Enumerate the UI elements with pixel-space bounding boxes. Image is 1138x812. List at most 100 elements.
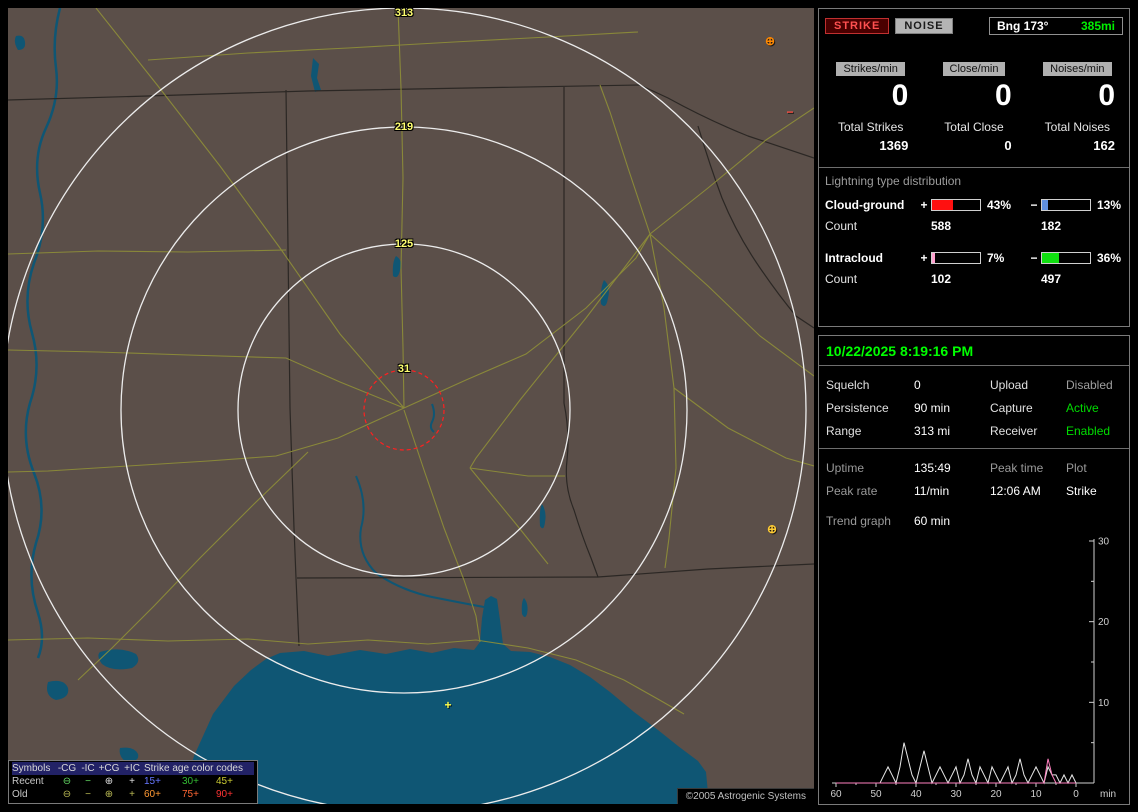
total-noises-label: Total Noises (1026, 120, 1129, 134)
noise-mode-button[interactable]: NOISE (895, 18, 952, 34)
legend-col-neg-ic: -IC (78, 762, 98, 775)
legend-col-pos-ic: +IC (120, 762, 144, 775)
age-75: 75+ (182, 788, 216, 801)
ic-negative-percent: 36% (1091, 251, 1123, 265)
legend-old-label: Old (12, 788, 56, 801)
strike-symbol: ⊕ (767, 522, 777, 536)
legend-col-pos-cg: +CG (98, 762, 120, 775)
bearing-value: Bng 173° (997, 19, 1048, 33)
statistics-panel: STRIKE NOISE Bng 173° 385mi Strikes/min … (818, 8, 1130, 327)
minus-sign: − (1027, 251, 1041, 265)
strike-symbol: − (786, 105, 793, 119)
receiver-status-grid: Squelch 0 Upload Disabled Persistence 90… (819, 366, 1129, 448)
ring-label-125: 125 (395, 238, 413, 250)
cloud-ground-count-row: Count 588 182 (825, 219, 1123, 233)
total-close-label: Total Close (922, 120, 1025, 134)
session-stats-grid: Uptime 135:49 Peak time Plot Peak rate 1… (819, 449, 1129, 508)
age-15: 15+ (144, 775, 182, 788)
cg-negative-count: 182 (1041, 219, 1091, 233)
legend-row-recent: Recent ⊖ − ⊕ + 15+ 30+ 45+ (12, 775, 254, 788)
map-legend: Symbols -CG -IC +CG +IC Strike age color… (8, 760, 258, 804)
strike-symbol: ⊕ (765, 34, 775, 48)
peak-time-label: Peak time (990, 461, 1066, 475)
ic-positive-percent: 7% (981, 251, 1027, 265)
noises-per-min-value: 0 (1026, 80, 1129, 112)
svg-text:60: 60 (830, 789, 842, 800)
bearing-readout: Bng 173° 385mi (989, 17, 1123, 35)
strike-map[interactable]: 313 219 125 31 ⊕ ⊕ + − Symbols -CG -IC +… (8, 8, 814, 804)
svg-text:30: 30 (950, 789, 962, 800)
neg-ic-recent-icon: − (78, 775, 98, 788)
range-value: 313 mi (914, 424, 990, 438)
strikes-per-min-counter: Strikes/min 0 Total Strikes 1369 (819, 59, 922, 153)
lightning-distribution: Lightning type distribution Cloud-ground… (819, 167, 1129, 286)
count-label: Count (825, 272, 917, 286)
ic-positive-bar (931, 252, 981, 264)
svg-text:10: 10 (1098, 698, 1110, 709)
bearing-range-value: 385mi (1081, 19, 1115, 33)
ic-negative-bar (1041, 252, 1091, 264)
peak-rate-label: Peak rate (826, 484, 914, 498)
legend-header: Symbols -CG -IC +CG +IC Strike age color… (12, 762, 254, 775)
svg-text:20: 20 (1098, 617, 1110, 628)
intracloud-count-row: Count 102 497 (825, 272, 1123, 286)
svg-text:20: 20 (990, 789, 1002, 800)
uptime-value: 135:49 (914, 461, 990, 475)
trend-graph-label: Trend graph (826, 514, 914, 528)
peak-rate-value: 11/min (914, 484, 990, 498)
svg-text:min: min (1100, 789, 1116, 800)
noises-per-min-label: Noises/min (1043, 62, 1111, 76)
cg-positive-percent: 43% (981, 198, 1027, 212)
close-per-min-counter: Close/min 0 Total Close 0 (922, 59, 1025, 153)
count-label: Count (825, 219, 917, 233)
trend-graph: 1020306050403020100min (825, 536, 1125, 802)
cg-negative-bar (1041, 199, 1091, 211)
pos-cg-recent-icon: ⊕ (98, 775, 120, 788)
strikes-per-min-value: 0 (819, 80, 922, 112)
age-90: 90+ (216, 788, 244, 801)
legend-symbols-title: Symbols (12, 762, 56, 775)
minus-sign: − (1027, 198, 1041, 212)
ic-negative-count: 497 (1041, 272, 1091, 286)
svg-text:50: 50 (870, 789, 882, 800)
capture-label: Capture (990, 401, 1066, 415)
cloud-ground-row: Cloud-ground + 43% − 13% (825, 198, 1123, 212)
pos-ic-recent-icon: + (120, 775, 144, 788)
squelch-label: Squelch (826, 378, 914, 392)
range-label: Range (826, 424, 914, 438)
plot-label: Plot (1066, 461, 1122, 475)
cg-positive-count: 588 (931, 219, 981, 233)
strike-mode-button[interactable]: STRIKE (825, 18, 889, 34)
upload-status: Disabled (1066, 378, 1122, 392)
close-per-min-value: 0 (922, 80, 1025, 112)
pos-cg-old-icon: ⊕ (98, 788, 120, 801)
total-close-value: 0 (922, 138, 1025, 153)
age-60: 60+ (144, 788, 182, 801)
close-per-min-label: Close/min (943, 62, 1006, 76)
trend-graph-header: Trend graph 60 min (819, 508, 1129, 534)
status-panel: 10/22/2025 8:19:16 PM Squelch 0 Upload D… (818, 335, 1130, 805)
cg-positive-bar (931, 199, 981, 211)
peak-time-value: 12:06 AM (990, 484, 1066, 498)
ring-label-313: 313 (395, 8, 413, 19)
receiver-label: Receiver (990, 424, 1066, 438)
intracloud-row: Intracloud + 7% − 36% (825, 251, 1123, 265)
total-strikes-value: 1369 (819, 138, 922, 153)
upload-label: Upload (990, 378, 1066, 392)
legend-col-neg-cg: -CG (56, 762, 78, 775)
uptime-label: Uptime (826, 461, 914, 475)
total-strikes-label: Total Strikes (819, 120, 922, 134)
age-45: 45+ (216, 775, 244, 788)
ring-label-31: 31 (398, 363, 410, 375)
plus-sign: + (917, 198, 931, 212)
neg-cg-recent-icon: ⊖ (56, 775, 78, 788)
legend-row-old: Old ⊖ − ⊕ + 60+ 75+ 90+ (12, 788, 254, 801)
receiver-status: Enabled (1066, 424, 1122, 438)
strike-symbol: + (444, 698, 451, 712)
persistence-value: 90 min (914, 401, 990, 415)
svg-text:10: 10 (1030, 789, 1042, 800)
intracloud-label: Intracloud (825, 251, 917, 265)
trend-graph-window: 60 min (914, 514, 1122, 528)
neg-cg-old-icon: ⊖ (56, 788, 78, 801)
ring-label-219: 219 (395, 121, 413, 133)
